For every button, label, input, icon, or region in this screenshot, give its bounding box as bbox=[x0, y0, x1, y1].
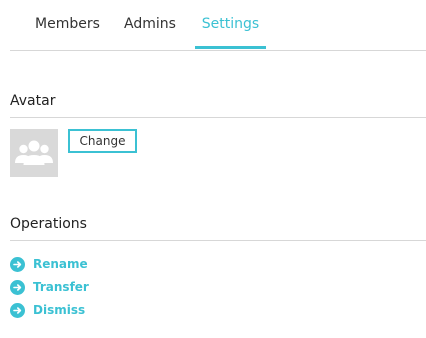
transfer-label: Transfer bbox=[33, 280, 89, 294]
arrow-right-circle-icon bbox=[10, 303, 25, 318]
tab-members[interactable]: Members bbox=[35, 16, 100, 49]
avatar bbox=[10, 129, 58, 177]
avatar-section-divider bbox=[10, 117, 426, 118]
rename-label: Rename bbox=[33, 257, 88, 271]
dismiss-label: Dismiss bbox=[33, 303, 86, 317]
arrow-right-circle-icon bbox=[10, 257, 25, 272]
group-icon bbox=[15, 140, 53, 165]
arrow-right-circle-icon bbox=[10, 280, 25, 295]
avatar-section-title: Avatar bbox=[10, 93, 56, 109]
tab-bar: Members Admins Settings bbox=[10, 0, 426, 51]
tab-admins[interactable]: Admins bbox=[124, 16, 176, 49]
change-avatar-button[interactable]: Change bbox=[68, 129, 137, 153]
tab-settings[interactable]: Settings bbox=[195, 16, 266, 49]
operations-section-title: Operations bbox=[10, 216, 87, 232]
operations-section-divider bbox=[10, 240, 426, 241]
